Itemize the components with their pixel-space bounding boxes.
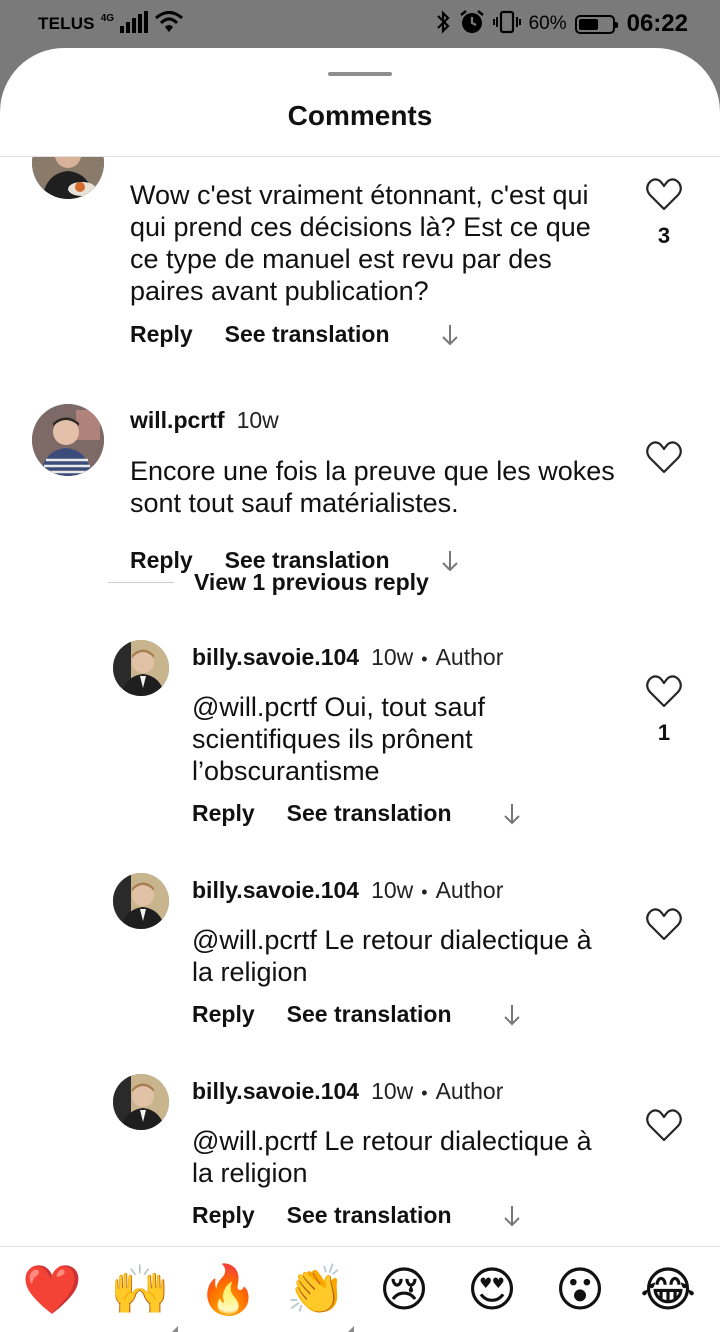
emoji-fire[interactable]: 🔥 bbox=[190, 1262, 266, 1318]
emoji-clapping[interactable]: 👏 bbox=[278, 1262, 354, 1332]
emoji-laughing[interactable]: 😂 bbox=[630, 1262, 706, 1318]
reply-button[interactable]: Reply bbox=[130, 321, 193, 348]
username[interactable]: will.pcrtf bbox=[130, 407, 225, 434]
avatar[interactable] bbox=[113, 873, 169, 929]
comment: will.pcrtf 10w Encore une fois la preuve… bbox=[0, 391, 720, 573]
timestamp: 10w bbox=[371, 877, 414, 903]
arrow-down-icon[interactable] bbox=[440, 549, 460, 573]
drag-handle[interactable] bbox=[328, 72, 392, 76]
comments-sheet: Comments Wow c'est vraiment étonnant, c'… bbox=[0, 48, 720, 1332]
reply-button[interactable]: Reply bbox=[192, 1001, 255, 1028]
vibrate-icon bbox=[492, 10, 521, 39]
status-right: 60% 06:22 bbox=[435, 9, 688, 40]
see-translation-button[interactable]: See translation bbox=[287, 800, 452, 827]
see-translation-button[interactable]: See translation bbox=[225, 321, 390, 348]
heart-icon bbox=[646, 675, 682, 708]
reply-meta: billy.savoie.104 10w • Author bbox=[192, 877, 503, 904]
reply-text: @will.pcrtf Le retour dialectique à la r… bbox=[192, 1126, 592, 1188]
emoji-heart-eyes[interactable]: 😍 bbox=[454, 1262, 530, 1318]
author-badge: Author bbox=[435, 1078, 504, 1104]
signal-icon bbox=[120, 10, 149, 38]
arrow-down-icon[interactable] bbox=[502, 802, 522, 826]
network-type: 4G bbox=[100, 12, 115, 24]
comment-text: Wow c'est vraiment étonnant, c'est qui q… bbox=[130, 180, 591, 306]
reply-button[interactable]: Reply bbox=[192, 1202, 255, 1229]
like-button[interactable] bbox=[644, 438, 684, 478]
see-translation-button[interactable]: See translation bbox=[287, 1001, 452, 1028]
author-badge: Author bbox=[435, 877, 504, 903]
username[interactable]: billy.savoie.104 bbox=[192, 1078, 359, 1105]
arrow-down-icon[interactable] bbox=[502, 1204, 522, 1228]
reply-actions: Reply See translation bbox=[192, 800, 522, 827]
heart-icon bbox=[646, 1109, 682, 1142]
view-previous-label: View 1 previous reply bbox=[194, 569, 429, 595]
separator-dot: • bbox=[421, 1083, 428, 1103]
timestamp: 10w bbox=[236, 407, 279, 433]
comment: Wow c'est vraiment étonnant, c'est qui q… bbox=[0, 157, 720, 377]
bluetooth-icon bbox=[435, 9, 451, 39]
reply-button[interactable]: Reply bbox=[192, 800, 255, 827]
thread-line bbox=[108, 582, 174, 583]
username[interactable]: billy.savoie.104 bbox=[192, 877, 359, 904]
sheet-title: Comments bbox=[287, 100, 433, 131]
battery-icon bbox=[574, 14, 618, 34]
timestamp: 10w bbox=[371, 644, 414, 670]
like-button[interactable] bbox=[644, 175, 684, 215]
separator-dot: • bbox=[421, 882, 428, 902]
emoji-raised-hands[interactable]: 🙌 bbox=[102, 1262, 178, 1332]
like-count: 1 bbox=[657, 720, 671, 745]
reply: billy.savoie.104 10w • Author @will.pcrt… bbox=[0, 1066, 720, 1236]
timestamp: 10w bbox=[371, 1078, 414, 1104]
comment-text: Encore une fois la preuve que les wokes … bbox=[130, 456, 615, 518]
status-bar: TELUS 4G 60% 06:22 bbox=[0, 0, 720, 48]
avatar[interactable] bbox=[32, 157, 104, 199]
like-button[interactable] bbox=[644, 1106, 684, 1146]
reply-text: @will.pcrtf Oui, tout sauf scientifiques… bbox=[192, 692, 486, 786]
like-button[interactable] bbox=[644, 905, 684, 945]
arrow-down-icon[interactable] bbox=[502, 1003, 522, 1027]
comment-actions: Reply See translation bbox=[130, 321, 460, 348]
status-left: TELUS 4G bbox=[38, 10, 184, 38]
arrow-down-icon[interactable] bbox=[440, 323, 460, 347]
reply-actions: Reply See translation bbox=[192, 1202, 522, 1229]
wifi-icon bbox=[154, 10, 184, 38]
reply: billy.savoie.104 10w • Author @will.pcrt… bbox=[0, 865, 720, 1035]
avatar[interactable] bbox=[32, 404, 104, 476]
emoji-reaction-bar: ❤️ 🙌 🔥 👏 😢 😍 😮 😂 bbox=[0, 1247, 720, 1332]
reply-meta: billy.savoie.104 10w • Author bbox=[192, 1078, 503, 1105]
heart-icon bbox=[646, 908, 682, 941]
reply: billy.savoie.104 10w • Author @will.pcrt… bbox=[0, 632, 720, 832]
emoji-surprised[interactable]: 😮 bbox=[542, 1262, 618, 1318]
author-badge: Author bbox=[435, 644, 504, 670]
comments-list[interactable]: Wow c'est vraiment étonnant, c'est qui q… bbox=[0, 157, 720, 1246]
battery-percent: 60% bbox=[528, 13, 567, 34]
separator-dot: • bbox=[421, 649, 428, 669]
heart-icon bbox=[646, 178, 682, 211]
emoji-crying[interactable]: 😢 bbox=[366, 1262, 442, 1318]
like-button[interactable] bbox=[644, 672, 684, 712]
avatar[interactable] bbox=[113, 640, 169, 696]
username[interactable]: billy.savoie.104 bbox=[192, 644, 359, 671]
see-translation-button[interactable]: See translation bbox=[287, 1202, 452, 1229]
reply-text: @will.pcrtf Le retour dialectique à la r… bbox=[192, 925, 592, 987]
like-count: 3 bbox=[657, 223, 671, 248]
emoji-heart[interactable]: ❤️ bbox=[14, 1262, 90, 1318]
view-previous-replies[interactable]: View 1 previous reply bbox=[108, 569, 429, 596]
avatar[interactable] bbox=[113, 1074, 169, 1130]
reply-meta: billy.savoie.104 10w • Author bbox=[192, 644, 503, 671]
comment-meta: will.pcrtf 10w bbox=[130, 407, 279, 434]
reply-actions: Reply See translation bbox=[192, 1001, 522, 1028]
alarm-icon bbox=[459, 9, 485, 40]
heart-icon bbox=[646, 441, 682, 474]
clock: 06:22 bbox=[626, 10, 688, 37]
carrier-name: TELUS bbox=[38, 14, 95, 33]
